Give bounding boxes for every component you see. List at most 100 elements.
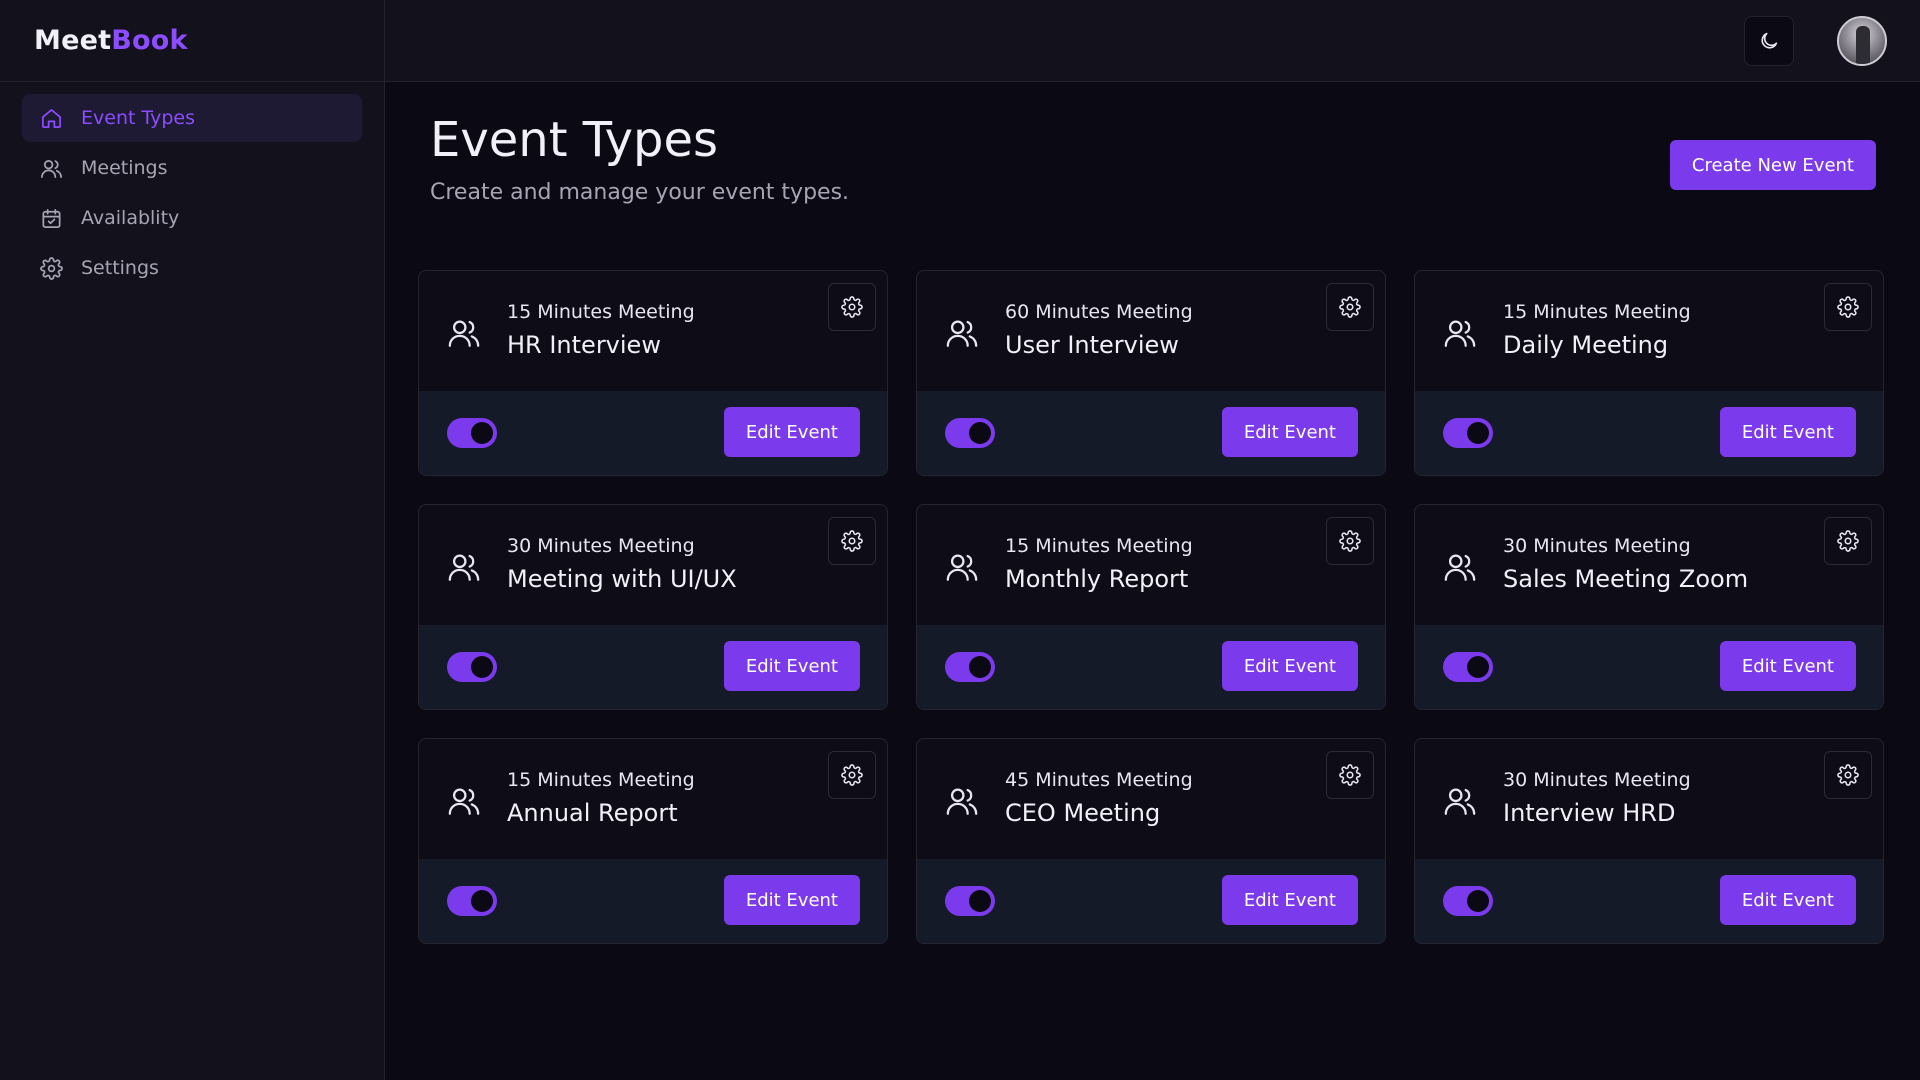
event-card-footer: Edit Event [917, 625, 1385, 709]
users-icon [946, 320, 978, 347]
create-new-event-button[interactable]: Create New Event [1669, 140, 1876, 190]
event-title: Daily Meeting [1503, 331, 1669, 359]
event-card-footer: Edit Event [419, 625, 887, 709]
event-enabled-toggle[interactable] [945, 418, 995, 448]
gear-icon [1339, 530, 1361, 552]
event-card-header: 15 Minutes Meeting Monthly Report [917, 505, 1385, 627]
sidebar-item-label: Availablity [81, 207, 180, 229]
sidebar-item-meetings[interactable]: Meetings [22, 144, 362, 192]
toggle-knob [471, 656, 493, 678]
sidebar-item-settings[interactable]: Settings [22, 244, 362, 292]
event-card: 30 Minutes Meeting Meeting with UI/UX Ed… [418, 504, 888, 710]
sidebar-item-event-types[interactable]: Event Types [22, 94, 362, 142]
toggle-knob [471, 422, 493, 444]
home-icon [42, 108, 61, 128]
edit-event-button[interactable]: Edit Event [1719, 875, 1856, 925]
event-card: 45 Minutes Meeting CEO Meeting Edit Even… [916, 738, 1386, 944]
sidebar-nav: Event Types Meetings Availablity Setting… [0, 82, 384, 306]
edit-event-button[interactable]: Edit Event [723, 875, 860, 925]
event-card-footer: Edit Event [917, 391, 1385, 475]
event-card-footer: Edit Event [1415, 625, 1883, 709]
topbar [385, 0, 1920, 82]
gear-icon [1837, 296, 1859, 318]
sidebar-item-label: Meetings [81, 157, 168, 179]
edit-event-button[interactable]: Edit Event [1221, 875, 1358, 925]
gear-icon [40, 256, 63, 280]
page-subtitle: Create and manage your event types. [430, 180, 850, 205]
edit-event-button[interactable]: Edit Event [1221, 407, 1358, 457]
event-duration: 15 Minutes Meeting [507, 769, 695, 791]
theme-toggle-button[interactable] [1744, 16, 1794, 66]
users-icon [946, 788, 978, 815]
event-settings-button[interactable] [1824, 751, 1872, 799]
event-title: Monthly Report [1005, 565, 1189, 593]
event-settings-button[interactable] [1824, 517, 1872, 565]
sidebar: Meet Book Event Types Meetings Availablit… [0, 0, 385, 1080]
users-icon [41, 159, 62, 178]
toggle-knob [1467, 422, 1489, 444]
event-enabled-toggle[interactable] [447, 652, 497, 682]
event-title: HR Interview [507, 331, 661, 359]
event-title: CEO Meeting [1005, 799, 1161, 827]
avatar[interactable] [1837, 16, 1887, 66]
event-settings-button[interactable] [828, 517, 876, 565]
brand-name-part2: Book [111, 25, 188, 56]
event-duration: 15 Minutes Meeting [507, 301, 695, 323]
event-settings-button[interactable] [1824, 283, 1872, 331]
calendar-check-icon [42, 208, 61, 228]
sidebar-item-availability[interactable]: Availablity [22, 194, 362, 242]
event-card: 15 Minutes Meeting HR Interview Edit Eve… [418, 270, 888, 476]
users-icon [1444, 554, 1476, 581]
edit-event-button[interactable]: Edit Event [1221, 641, 1358, 691]
event-duration: 30 Minutes Meeting [1503, 769, 1691, 791]
gear-icon [1339, 764, 1361, 786]
event-enabled-toggle[interactable] [1443, 652, 1493, 682]
event-card-header: 45 Minutes Meeting CEO Meeting [917, 739, 1385, 861]
brand-logo[interactable]: Meet Book [0, 0, 384, 82]
edit-event-button[interactable]: Edit Event [1719, 641, 1856, 691]
event-title: Interview HRD [1503, 799, 1676, 827]
main-content: Event Types Create and manage your event… [385, 82, 1920, 1080]
event-card: 60 Minutes Meeting User Interview Edit E… [916, 270, 1386, 476]
event-card: 15 Minutes Meeting Daily Meeting Edit Ev… [1414, 270, 1884, 476]
gear-icon [841, 764, 863, 786]
moon-icon [1761, 32, 1778, 49]
edit-event-button[interactable]: Edit Event [723, 641, 860, 691]
toggle-knob [969, 890, 991, 912]
event-enabled-toggle[interactable] [945, 886, 995, 916]
edit-event-button[interactable]: Edit Event [723, 407, 860, 457]
users-icon [448, 788, 480, 815]
brand-name-part1: Meet [34, 25, 112, 56]
event-duration: 60 Minutes Meeting [1005, 301, 1193, 323]
event-settings-button[interactable] [1326, 517, 1374, 565]
event-enabled-toggle[interactable] [945, 652, 995, 682]
event-enabled-toggle[interactable] [1443, 418, 1493, 448]
event-enabled-toggle[interactable] [447, 418, 497, 448]
event-card-header: 15 Minutes Meeting Annual Report [419, 739, 887, 861]
event-card-header: 30 Minutes Meeting Sales Meeting Zoom [1415, 505, 1883, 627]
event-title: Annual Report [507, 799, 678, 827]
event-title: Meeting with UI/UX [507, 565, 737, 593]
event-settings-button[interactable] [828, 283, 876, 331]
event-duration: 45 Minutes Meeting [1005, 769, 1193, 791]
event-settings-button[interactable] [1326, 283, 1374, 331]
event-card-header: 60 Minutes Meeting User Interview [917, 271, 1385, 393]
event-card: 15 Minutes Meeting Monthly Report Edit E… [916, 504, 1386, 710]
event-card-header: 30 Minutes Meeting Interview HRD [1415, 739, 1883, 861]
event-duration: 30 Minutes Meeting [507, 535, 695, 557]
event-enabled-toggle[interactable] [447, 886, 497, 916]
gear-icon [1837, 764, 1859, 786]
event-settings-button[interactable] [1326, 751, 1374, 799]
event-settings-button[interactable] [828, 751, 876, 799]
event-card: 15 Minutes Meeting Annual Report Edit Ev… [418, 738, 888, 944]
event-duration: 30 Minutes Meeting [1503, 535, 1691, 557]
edit-event-button[interactable]: Edit Event [1719, 407, 1856, 457]
event-types-grid: 15 Minutes Meeting HR Interview Edit Eve… [418, 270, 1884, 944]
event-card: 30 Minutes Meeting Interview HRD Edit Ev… [1414, 738, 1884, 944]
event-card-header: 15 Minutes Meeting Daily Meeting [1415, 271, 1883, 393]
event-card: 30 Minutes Meeting Sales Meeting Zoom Ed… [1414, 504, 1884, 710]
page-title: Event Types [430, 112, 719, 168]
event-enabled-toggle[interactable] [1443, 886, 1493, 916]
sidebar-item-label: Event Types [81, 107, 196, 129]
event-title: User Interview [1005, 331, 1179, 359]
